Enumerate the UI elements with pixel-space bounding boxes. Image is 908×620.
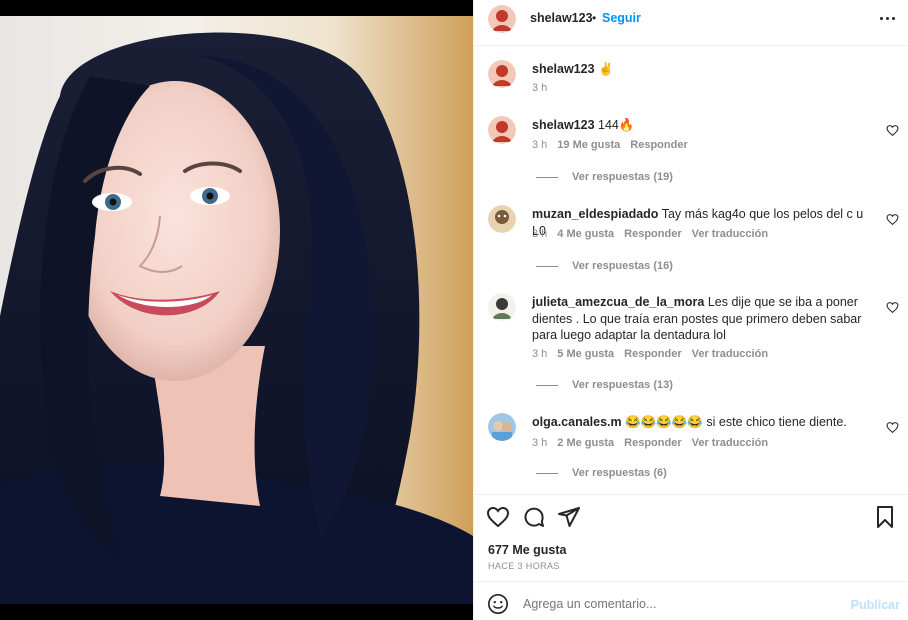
comment-like-heart-icon[interactable] <box>886 421 899 434</box>
follow-button[interactable]: Seguir <box>602 11 641 25</box>
post-actions: 677 Me gusta HACE 3 HORAS <box>474 494 908 580</box>
caption-time[interactable]: 3 h <box>532 82 547 94</box>
comment-like-heart-icon[interactable] <box>886 301 899 314</box>
comment-avatar[interactable] <box>488 205 516 233</box>
comment-time[interactable]: 3 h <box>532 348 547 360</box>
post-photo-area <box>0 0 473 620</box>
comment-composer: Publicar <box>474 581 908 620</box>
view-replies-button[interactable]: Ver respuestas (19) <box>536 171 673 183</box>
emoji-icon[interactable] <box>487 593 509 615</box>
reply-button[interactable]: Responder <box>624 437 681 449</box>
comment-avatar[interactable] <box>488 413 516 441</box>
publish-button[interactable]: Publicar <box>851 598 900 612</box>
translate-button[interactable]: Ver traducción <box>692 348 768 360</box>
replies-divider <box>536 384 558 386</box>
comment-body: 144🔥 <box>598 118 635 132</box>
reply-button[interactable]: Responder <box>624 348 681 360</box>
comment-time[interactable]: 3 h <box>532 228 547 240</box>
comment-item: julieta_amezcua_de_la_mora Les dije que … <box>474 293 908 393</box>
comment-input[interactable] <box>523 597 823 611</box>
post-image[interactable] <box>0 16 473 604</box>
comment-likes[interactable]: 5 Me gusta <box>557 348 614 360</box>
comment-likes[interactable]: 19 Me gusta <box>557 139 620 151</box>
caption-text: shelaw123 ✌ <box>532 61 873 78</box>
post-time[interactable]: HACE 3 HORAS <box>488 561 560 571</box>
share-icon[interactable] <box>557 505 581 529</box>
comment-username[interactable]: olga.canales.m <box>532 415 622 429</box>
comment-body: 😂😂😂😂😂 si este chico tiene diente. <box>625 415 847 429</box>
comment-meta: 3 h 5 Me gusta Responder Ver traducción <box>532 348 768 360</box>
view-replies-button[interactable]: Ver respuestas (16) <box>536 260 673 272</box>
author-username[interactable]: shelaw123 <box>530 11 593 25</box>
comment-username[interactable]: julieta_amezcua_de_la_mora <box>532 295 704 309</box>
view-replies-button[interactable]: Ver respuestas (13) <box>536 379 673 391</box>
comment-icon[interactable] <box>522 505 546 529</box>
reply-button[interactable]: Responder <box>624 228 681 240</box>
view-replies-label[interactable]: Ver respuestas (6) <box>572 467 667 479</box>
comment-text: shelaw123 144🔥 <box>532 117 873 134</box>
view-replies-label[interactable]: Ver respuestas (16) <box>572 260 673 272</box>
comment-time[interactable]: 3 h <box>532 437 547 449</box>
separator-dot: • <box>592 11 597 25</box>
view-replies-label[interactable]: Ver respuestas (13) <box>572 379 673 391</box>
more-options-icon[interactable] <box>877 10 897 26</box>
post-header: shelaw123 • Seguir <box>474 0 908 46</box>
caption-avatar[interactable] <box>488 60 516 88</box>
view-replies-button[interactable]: Ver respuestas (6) <box>536 467 667 479</box>
portrait-illustration <box>0 32 473 604</box>
comment-username[interactable]: muzan_eldespiadado <box>532 207 658 221</box>
caption-meta: 3 h <box>532 82 547 94</box>
caption: shelaw123 ✌ 3 h <box>474 60 908 100</box>
reply-button[interactable]: Responder <box>630 139 687 151</box>
comment-like-heart-icon[interactable] <box>886 213 899 226</box>
comment-likes[interactable]: 4 Me gusta <box>557 228 614 240</box>
comment-text: julieta_amezcua_de_la_mora Les dije que … <box>532 294 873 344</box>
view-replies-label[interactable]: Ver respuestas (19) <box>572 171 673 183</box>
comment-likes[interactable]: 2 Me gusta <box>557 437 614 449</box>
comment-meta: 3 h 2 Me gusta Responder Ver traducción <box>532 437 768 449</box>
comment-item: shelaw123 144🔥 3 h 19 Me gusta Responder… <box>474 116 908 194</box>
translate-button[interactable]: Ver traducción <box>692 228 768 240</box>
comment-like-heart-icon[interactable] <box>886 124 899 137</box>
comment-item: olga.canales.m 😂😂😂😂😂 si este chico tiene… <box>474 413 908 488</box>
translate-button[interactable]: Ver traducción <box>692 437 768 449</box>
comment-meta: 3 h 19 Me gusta Responder <box>532 139 688 151</box>
author-avatar[interactable] <box>488 5 516 33</box>
comment-item: muzan_eldespiadado Tay más kag4o que los… <box>474 205 908 283</box>
bookmark-icon[interactable] <box>873 505 897 529</box>
replies-divider <box>536 472 558 474</box>
replies-divider <box>536 176 558 178</box>
heart-icon[interactable] <box>486 505 510 529</box>
replies-divider <box>536 265 558 267</box>
comment-username[interactable]: shelaw123 <box>532 118 595 132</box>
post-side-panel: shelaw123 • Seguir shelaw123 ✌ 3 h shela… <box>473 0 908 620</box>
caption-username[interactable]: shelaw123 <box>532 62 595 76</box>
comment-avatar[interactable] <box>488 116 516 144</box>
comment-avatar[interactable] <box>488 293 516 321</box>
likes-count[interactable]: 677 Me gusta <box>488 543 567 557</box>
caption-body: ✌ <box>598 62 614 76</box>
comment-meta: 3 h 4 Me gusta Responder Ver traducción <box>532 228 768 240</box>
comment-time[interactable]: 3 h <box>532 139 547 151</box>
comment-text: olga.canales.m 😂😂😂😂😂 si este chico tiene… <box>532 414 873 431</box>
